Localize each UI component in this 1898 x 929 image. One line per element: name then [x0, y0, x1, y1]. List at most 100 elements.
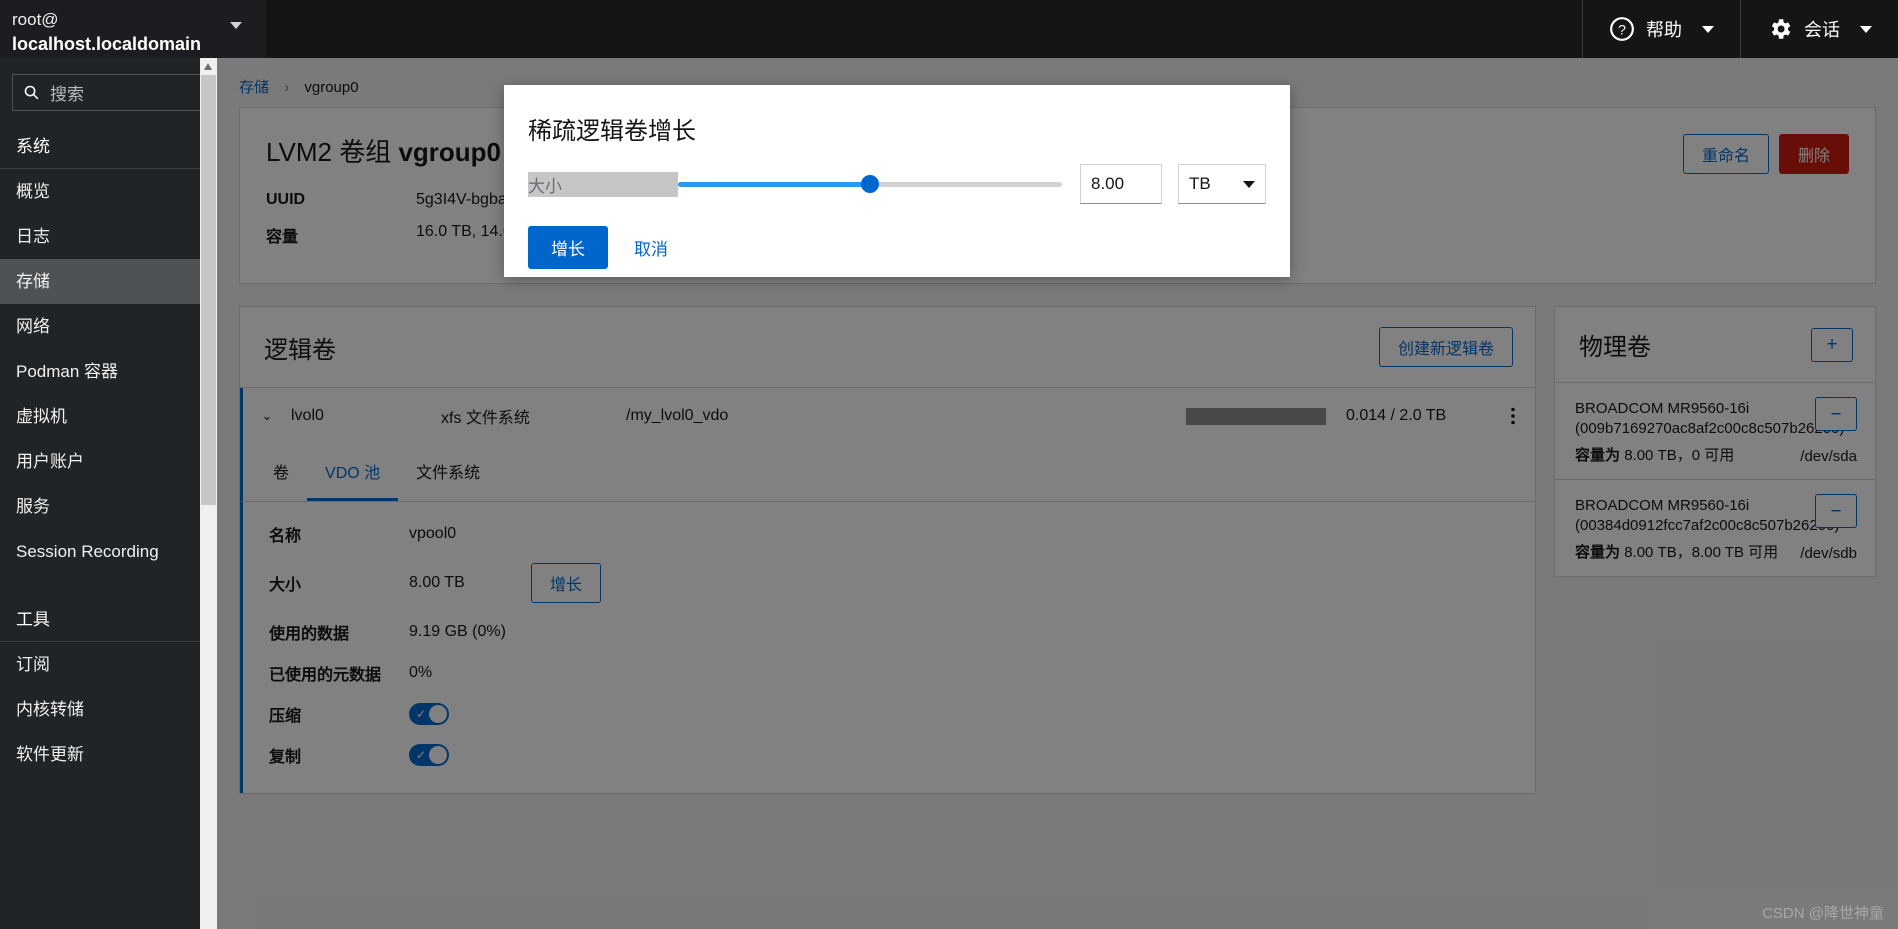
rename-button[interactable]: 重命名 [1683, 134, 1769, 174]
vdo-used-metadata-label: 已使用的元数据 [269, 661, 409, 685]
watermark: CSDN @降世神童 [1762, 902, 1884, 923]
physical-volumes-header: 物理卷 + [1555, 307, 1875, 383]
pv-device: /dev/sdb [1800, 545, 1857, 562]
chevron-down-icon [230, 22, 242, 29]
chevron-down-icon [1702, 26, 1714, 33]
vdo-used-metadata-row: 已使用的元数据 0% [269, 661, 1509, 685]
logical-volumes-header: 逻辑卷 创建新逻辑卷 [240, 307, 1535, 388]
physical-volumes-card: 物理卷 + BROADCOM MR9560-16i (009b7169270ac… [1554, 306, 1876, 577]
vdo-deduplication-row: 复制 ✓ [269, 743, 1509, 767]
sidebar-item-storage[interactable]: 存储 [0, 259, 217, 304]
sidebar-item-accounts[interactable]: 用户账户 [0, 439, 217, 484]
session-menu-label: 会话 [1804, 16, 1840, 42]
unit-select[interactable]: TB [1178, 164, 1266, 204]
help-menu-button[interactable]: ? 帮助 [1582, 0, 1740, 58]
vdo-used-data-value: 9.19 GB (0%) [409, 623, 506, 641]
grow-button[interactable]: 增长 [531, 563, 601, 603]
tab-volume[interactable]: 卷 [255, 444, 307, 501]
sidebar-item-virtual-machines[interactable]: 虚拟机 [0, 394, 217, 439]
top-navigation-bar: root@ localhost.localdomain ? 帮助 会话 [0, 0, 1898, 58]
sidebar-item-subscriptions[interactable]: 订阅 [0, 642, 217, 687]
list-item: BROADCOM MR9560-16i (00384d0912fcc7af2c0… [1555, 480, 1875, 576]
sidebar-item-label: Session Recording [16, 542, 159, 561]
sidebar-item-session-recording[interactable]: Session Recording [0, 529, 217, 574]
compression-toggle[interactable]: ✓ [409, 703, 449, 725]
vdo-used-data-label: 使用的数据 [269, 620, 409, 644]
lv-filesystem: xfs 文件系统 [441, 404, 626, 428]
slider-thumb[interactable] [861, 175, 879, 193]
sidebar-navigation: 搜索 系统 概览 日志 存储 网络 Podman 容器 虚拟机 用户账户 服务 … [0, 58, 217, 929]
confirm-grow-button[interactable]: 增长 [528, 226, 608, 269]
unit-select-value: TB [1189, 174, 1211, 194]
sidebar-item-overview[interactable]: 概览 [0, 169, 217, 214]
sidebar-item-podman-containers[interactable]: Podman 容器 [0, 349, 217, 394]
scrollbar-up-button[interactable] [200, 58, 217, 75]
create-logical-volume-button[interactable]: 创建新逻辑卷 [1379, 327, 1513, 367]
sidebar-scrollbar[interactable] [200, 58, 217, 929]
pv-capacity-label: 容量为 [1575, 544, 1620, 561]
size-label-text: 大小 [528, 177, 562, 196]
cancel-button[interactable]: 取消 [620, 227, 682, 268]
host-user-label: root@ [12, 8, 252, 32]
page-title-prefix: LVM2 卷组 [266, 137, 398, 167]
vdo-compression-row: 压缩 ✓ [269, 702, 1509, 726]
help-circle-icon: ? [1609, 16, 1635, 42]
slider-fill [678, 182, 870, 187]
sidebar-item-logs[interactable]: 日志 [0, 214, 217, 259]
vdo-deduplication-label: 复制 [269, 743, 409, 767]
list-item: BROADCOM MR9560-16i (009b7169270ac8af2c0… [1555, 383, 1875, 480]
sidebar-group-tools: 工具 [0, 594, 217, 642]
svg-text:?: ? [1618, 21, 1626, 37]
tab-vdo-pool[interactable]: VDO 池 [307, 444, 398, 501]
search-icon [23, 84, 40, 101]
add-physical-volume-button[interactable]: + [1811, 328, 1853, 362]
lv-mountpoint: /my_lvol0_vdo [626, 407, 1186, 425]
remove-physical-volume-button[interactable]: − [1815, 397, 1857, 431]
expand-collapse-icon[interactable]: ⌄ [243, 408, 291, 424]
vdo-size-row: 大小 8.00 TB 增长 [269, 563, 1509, 603]
sidebar-item-label: 虚拟机 [16, 407, 67, 426]
gear-icon [1767, 16, 1793, 42]
size-input[interactable] [1080, 164, 1162, 204]
lv-usage-bar [1186, 408, 1326, 425]
logical-volumes-card: 逻辑卷 创建新逻辑卷 ⌄ lvol0 xfs 文件系统 /my_lvol0_vd… [239, 306, 1536, 794]
chevron-down-icon [1243, 181, 1255, 188]
kebab-menu-icon[interactable] [1491, 407, 1535, 425]
sidebar-item-services[interactable]: 服务 [0, 484, 217, 529]
sidebar-item-network[interactable]: 网络 [0, 304, 217, 349]
search-input[interactable]: 搜索 [12, 74, 203, 111]
vdo-used-data-row: 使用的数据 9.19 GB (0%) [269, 620, 1509, 644]
scrollbar-thumb[interactable] [201, 75, 216, 505]
sidebar-item-label: 日志 [16, 227, 50, 246]
topbar-spacer [266, 0, 1582, 58]
chevron-up-icon [204, 63, 212, 70]
help-menu-label: 帮助 [1646, 16, 1682, 42]
sidebar-group-system: 系统 [0, 121, 217, 169]
sidebar-item-label: 网络 [16, 317, 50, 336]
pv-capacity-value: 8.00 TB，8.00 TB 可用 [1624, 544, 1778, 561]
tab-filesystem[interactable]: 文件系统 [398, 444, 498, 501]
table-row[interactable]: ⌄ lvol0 xfs 文件系统 /my_lvol0_vdo 0.014 / 2… [240, 388, 1535, 444]
pv-capacity-value: 8.00 TB，0 可用 [1624, 447, 1734, 464]
sidebar-item-software-updates[interactable]: 软件更新 [0, 732, 217, 777]
dialog-footer: 增长 取消 [504, 204, 1290, 269]
remove-physical-volume-button[interactable]: − [1815, 494, 1857, 528]
page-title-name: vgroup0 [398, 137, 501, 167]
logical-volumes-column: 逻辑卷 创建新逻辑卷 ⌄ lvol0 xfs 文件系统 /my_lvol0_vd… [239, 306, 1536, 794]
deduplication-toggle[interactable]: ✓ [409, 744, 449, 766]
delete-button[interactable]: 删除 [1779, 134, 1849, 174]
search-placeholder: 搜索 [50, 80, 84, 105]
sidebar-item-label: 软件更新 [16, 745, 84, 764]
vdo-size-label: 大小 [269, 571, 409, 595]
sidebar-item-kdump[interactable]: 内核转储 [0, 687, 217, 732]
size-slider[interactable] [678, 173, 1062, 195]
lv-detail-tabs: 卷 VDO 池 文件系统 [240, 444, 1535, 502]
vdo-name-value: vpool0 [409, 525, 499, 543]
lv-usage-text: 0.014 / 2.0 TB [1346, 407, 1491, 425]
host-name-label: localhost.localdomain [12, 32, 252, 56]
vdo-pool-detail-panel: 名称 vpool0 大小 8.00 TB 增长 使用的数据 9.19 GB (0… [240, 502, 1535, 793]
dialog-body: 大小 TB [504, 146, 1290, 204]
host-selector[interactable]: root@ localhost.localdomain [0, 0, 266, 58]
session-menu-button[interactable]: 会话 [1740, 0, 1898, 58]
breadcrumb-storage-link[interactable]: 存储 [239, 79, 269, 96]
